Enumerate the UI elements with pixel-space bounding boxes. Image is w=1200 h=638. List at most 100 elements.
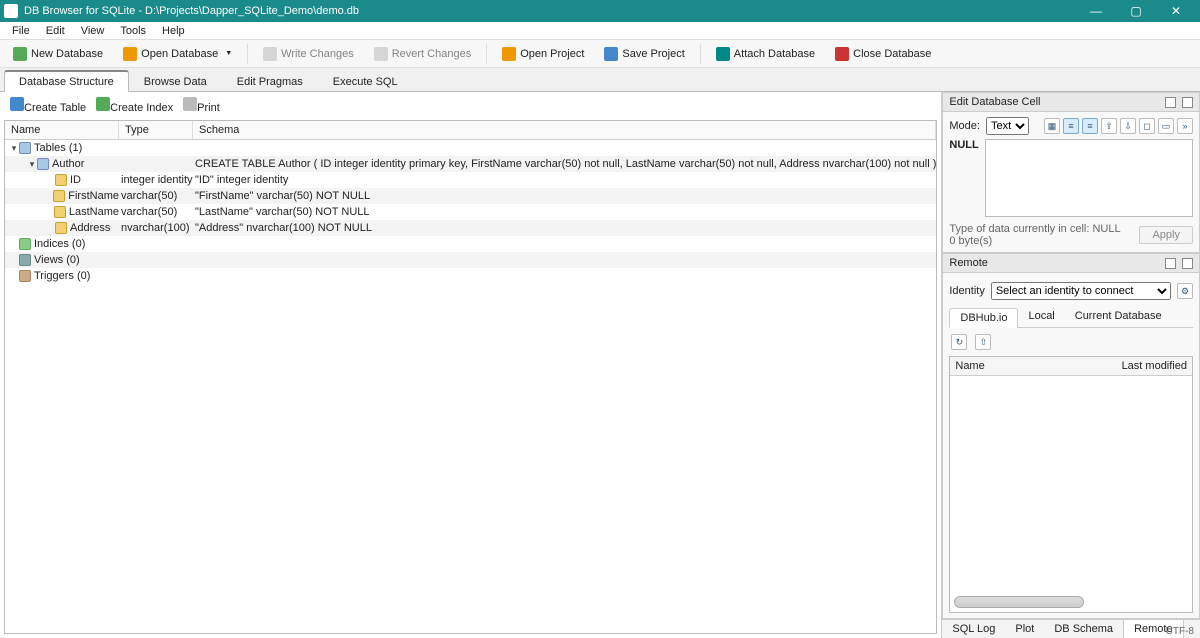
null-icon[interactable]: ◻	[1139, 118, 1155, 134]
identity-settings-icon[interactable]: ⚙	[1177, 283, 1193, 299]
node-name: FirstName	[68, 190, 119, 202]
col-header-name[interactable]: Name	[5, 121, 119, 139]
tree-row[interactable]: Views (0)	[5, 252, 936, 268]
mode-select[interactable]: Text	[986, 117, 1029, 135]
statusbar-encoding: UTF-8	[1160, 625, 1200, 638]
bottom-tab-schema[interactable]: DB Schema	[1044, 620, 1123, 638]
tbl-icon	[19, 142, 31, 154]
tree-body: ▾ Tables (1) ▾ Author CREATE TABLE Author ( …	[5, 140, 936, 284]
chevron-down-icon: ▼	[225, 50, 232, 57]
mode-label: Mode:	[949, 120, 980, 132]
identity-select[interactable]: Select an identity to connect	[991, 282, 1171, 300]
maximize-button[interactable]: ▢	[1116, 0, 1156, 22]
tab-execute-sql[interactable]: Execute SQL	[318, 71, 413, 92]
bottom-tab-sqllog[interactable]: SQL Log	[942, 620, 1005, 638]
expand-icon[interactable]: ▾	[27, 159, 37, 170]
close-button[interactable]: ✕	[1156, 0, 1196, 22]
idx-icon	[19, 238, 31, 250]
blob-icon[interactable]: ▭	[1158, 118, 1174, 134]
fld-icon	[53, 190, 65, 202]
undock-icon[interactable]	[1165, 97, 1176, 108]
revert-changes-button: Revert Changes	[367, 43, 479, 65]
remote-col-name[interactable]: Name	[950, 357, 1116, 375]
main-area: Create Table Create Index Print Name Typ…	[0, 92, 1200, 638]
close-database-icon	[835, 47, 849, 61]
node-name: Tables (1)	[34, 142, 82, 154]
tree-row[interactable]: IDinteger identity"ID" integer identity	[5, 172, 936, 188]
remote-col-modified[interactable]: Last modified	[1117, 357, 1192, 375]
minimize-button[interactable]: —	[1076, 0, 1116, 22]
image-mode-icon[interactable]: ▦	[1044, 118, 1060, 134]
node-schema: "FirstName" varchar(50) NOT NULL	[193, 190, 936, 202]
export-icon[interactable]: ⇪	[1101, 118, 1117, 134]
tree-row[interactable]: Triggers (0)	[5, 268, 936, 284]
more-icon[interactable]: »	[1177, 118, 1193, 134]
tree-header: Name Type Schema	[5, 121, 936, 140]
remote-header: Remote	[942, 253, 1200, 273]
cell-editor[interactable]	[985, 139, 1193, 217]
create-table-button[interactable]: Create Table	[10, 97, 86, 114]
tree-row[interactable]: Indices (0)	[5, 236, 936, 252]
menu-edit[interactable]: Edit	[38, 23, 73, 39]
upload-icon[interactable]: ⇧	[975, 334, 991, 350]
node-name: Views (0)	[34, 254, 80, 266]
refresh-icon[interactable]: ↻	[951, 334, 967, 350]
tree-row[interactable]: LastNamevarchar(50)"LastName" varchar(50…	[5, 204, 936, 220]
tree-row[interactable]: Addressnvarchar(100)"Address" nvarchar(1…	[5, 220, 936, 236]
tab-edit-pragmas[interactable]: Edit Pragmas	[222, 71, 318, 92]
horizontal-scrollbar[interactable]	[954, 596, 1084, 608]
new-database-button[interactable]: New Database	[6, 43, 110, 65]
window-controls: — ▢ ✕	[1076, 0, 1196, 22]
write-changes-icon	[263, 47, 277, 61]
close-database-button[interactable]: Close Database	[828, 43, 938, 65]
col-header-schema[interactable]: Schema	[193, 121, 936, 139]
node-name: Address	[70, 222, 110, 234]
apply-button[interactable]: Apply	[1139, 226, 1193, 244]
window-title: DB Browser for SQLite - D:\Projects\Dapp…	[24, 5, 1076, 17]
menu-help[interactable]: Help	[154, 23, 193, 39]
undock-icon[interactable]	[1165, 258, 1176, 269]
revert-changes-icon	[374, 47, 388, 61]
remote-tabs: DBHub.io Local Current Database	[949, 307, 1193, 328]
open-project-button[interactable]: Open Project	[495, 43, 591, 65]
tree-row[interactable]: ▾ Tables (1)	[5, 140, 936, 156]
menu-view[interactable]: View	[73, 23, 113, 39]
write-changes-button: Write Changes	[256, 43, 361, 65]
tree-row[interactable]: FirstNamevarchar(50)"FirstName" varchar(…	[5, 188, 936, 204]
menu-file[interactable]: File	[4, 23, 38, 39]
menu-tools[interactable]: Tools	[112, 23, 154, 39]
tree-row[interactable]: ▾ Author CREATE TABLE Author ( ID integer …	[5, 156, 936, 172]
node-schema: "ID" integer identity	[193, 174, 936, 186]
import-icon[interactable]: ⇩	[1120, 118, 1136, 134]
new-database-icon	[13, 47, 27, 61]
remote-body: Identity Select an identity to connect ⚙…	[942, 273, 1200, 619]
node-type: varchar(50)	[119, 206, 193, 218]
separator	[700, 44, 701, 64]
open-database-button[interactable]: Open Database▼	[116, 43, 239, 65]
save-project-button[interactable]: Save Project	[597, 43, 691, 65]
node-name: Author	[52, 158, 84, 170]
node-schema: "LastName" varchar(50) NOT NULL	[193, 206, 936, 218]
attach-database-button[interactable]: Attach Database	[709, 43, 822, 65]
col-header-type[interactable]: Type	[119, 121, 193, 139]
expand-icon[interactable]: ▾	[9, 143, 19, 154]
create-index-icon	[96, 97, 110, 111]
separator	[486, 44, 487, 64]
align-right-icon[interactable]: ≡	[1082, 118, 1098, 134]
close-panel-icon[interactable]	[1182, 97, 1193, 108]
node-schema: "Address" nvarchar(100) NOT NULL	[193, 222, 936, 234]
align-left-icon[interactable]: ≡	[1063, 118, 1079, 134]
tab-database-structure[interactable]: Database Structure	[4, 70, 129, 92]
print-button[interactable]: Print	[183, 97, 220, 114]
bottom-tab-plot[interactable]: Plot	[1005, 620, 1044, 638]
null-label: NULL	[949, 139, 978, 217]
remote-tab-dbhub[interactable]: DBHub.io	[949, 308, 1018, 328]
create-index-button[interactable]: Create Index	[96, 97, 173, 114]
close-panel-icon[interactable]	[1182, 258, 1193, 269]
remote-tab-current[interactable]: Current Database	[1065, 307, 1172, 327]
trg-icon	[19, 270, 31, 282]
open-project-icon	[502, 47, 516, 61]
tab-browse-data[interactable]: Browse Data	[129, 71, 222, 92]
remote-tab-local[interactable]: Local	[1018, 307, 1064, 327]
node-schema: CREATE TABLE Author ( ID integer identit…	[193, 158, 936, 170]
